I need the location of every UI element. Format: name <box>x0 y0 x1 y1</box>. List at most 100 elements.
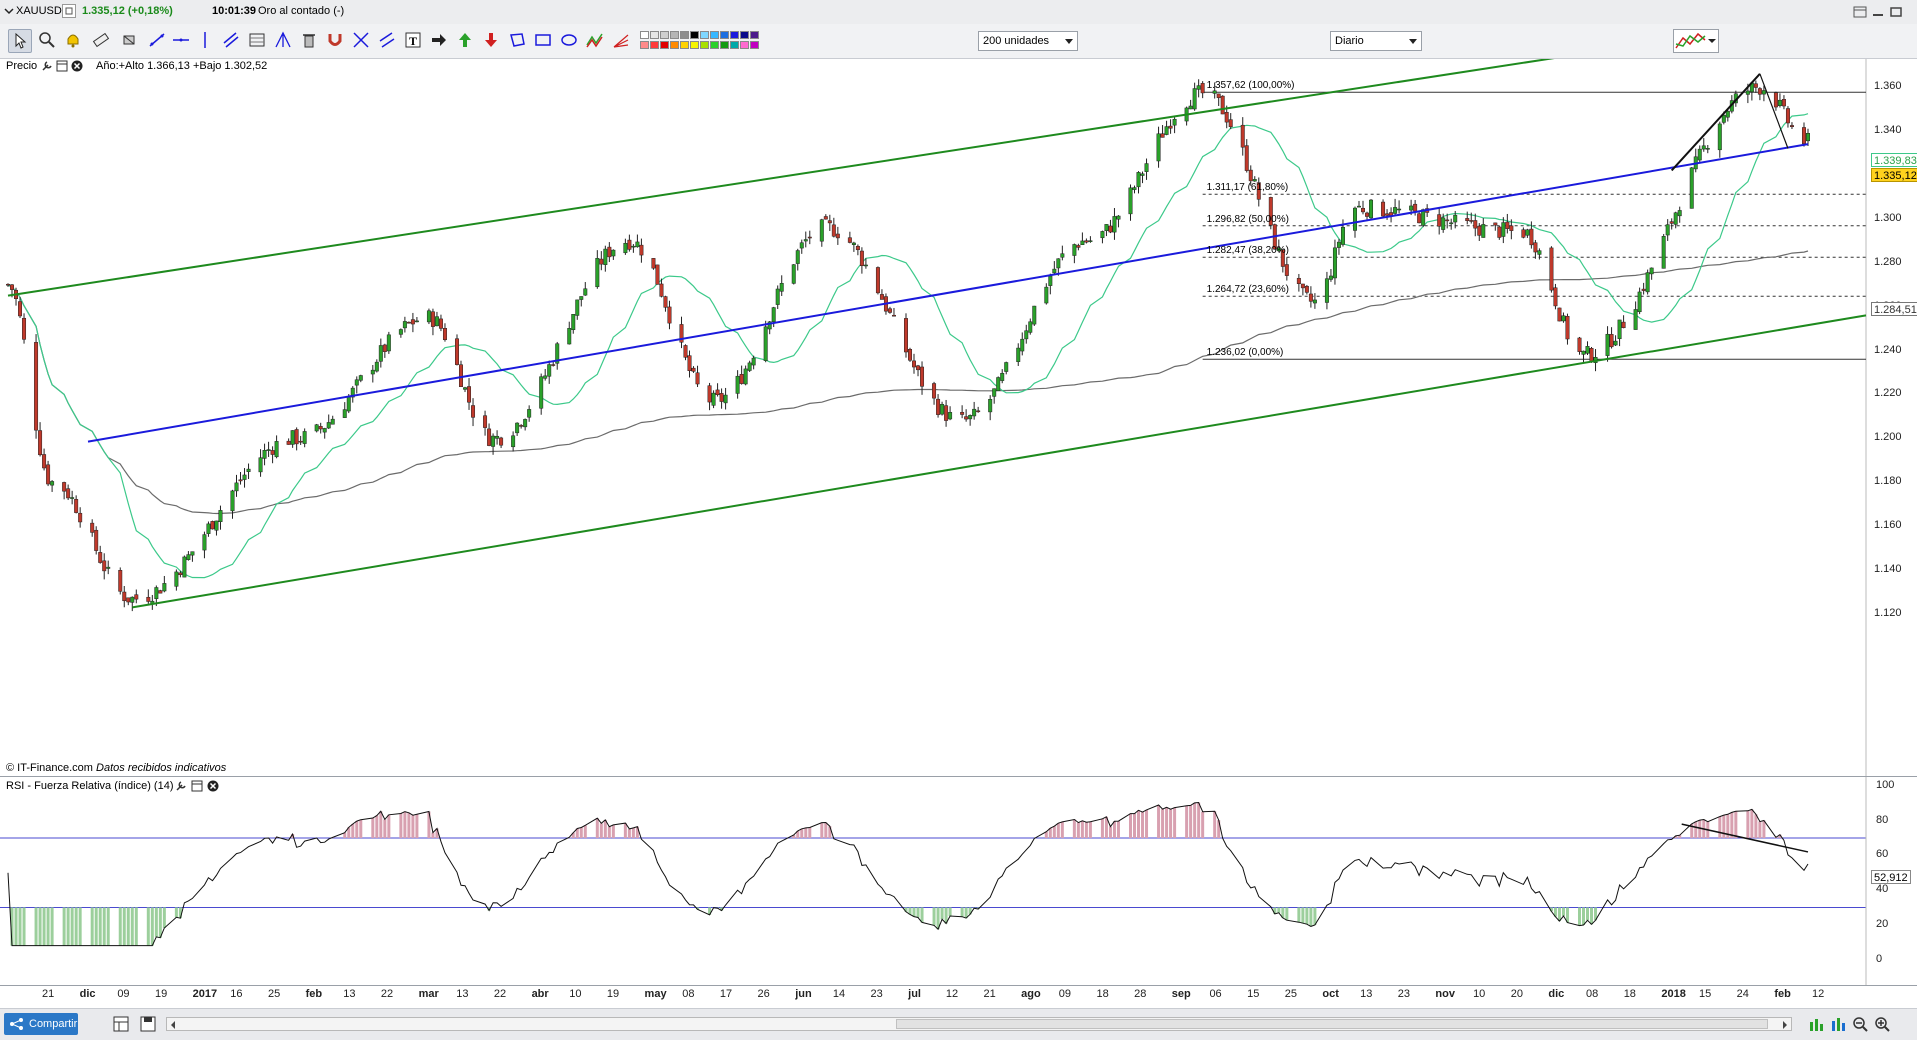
color-swatch[interactable] <box>690 31 699 39</box>
panel-icon[interactable] <box>1853 6 1867 18</box>
price-axis-tick: 1.120 <box>1874 607 1902 619</box>
arrow-up-icon[interactable] <box>454 29 476 51</box>
color-swatch[interactable] <box>660 31 669 39</box>
color-palette[interactable] <box>640 30 790 52</box>
color-swatch[interactable] <box>700 31 709 39</box>
period-select[interactable]: Diario <box>1330 31 1422 51</box>
color-swatch[interactable] <box>690 41 699 49</box>
candle-body <box>130 596 135 603</box>
ellipse-icon[interactable] <box>558 29 580 51</box>
candle-body <box>74 499 79 513</box>
horizontal-scrollbar[interactable] <box>166 1017 1792 1031</box>
color-swatch[interactable] <box>710 31 719 39</box>
magnet-icon[interactable] <box>324 29 346 51</box>
vertical-line-icon[interactable] <box>194 29 216 51</box>
color-swatch[interactable] <box>650 31 659 39</box>
chevron-down-icon[interactable] <box>4 6 14 19</box>
zoom-out-icon[interactable] <box>1852 1016 1868 1035</box>
layout-icon[interactable] <box>113 1016 129 1035</box>
polygon-icon[interactable] <box>506 29 528 51</box>
arrow-right-icon[interactable] <box>428 29 450 51</box>
candle-body <box>1381 201 1386 217</box>
minimize-icon[interactable] <box>1871 6 1885 18</box>
instrument-search-icon[interactable] <box>62 4 76 18</box>
chart-type-icon <box>1675 32 1706 49</box>
alert-bell-icon[interactable] <box>62 29 84 51</box>
parallel-lines-icon[interactable] <box>220 29 242 51</box>
candle-body <box>442 327 447 341</box>
date-axis-label: 17 <box>719 988 733 1000</box>
save-icon[interactable] <box>140 1016 156 1035</box>
color-swatch[interactable] <box>670 41 679 49</box>
price-chart[interactable] <box>0 59 1917 776</box>
chart-compare-icon[interactable] <box>1830 1016 1846 1035</box>
candle-body <box>342 409 347 418</box>
candle-body <box>575 299 580 316</box>
rsi-chart[interactable] <box>0 777 1917 985</box>
units-select[interactable]: 200 unidades <box>978 31 1078 51</box>
color-swatch[interactable] <box>730 31 739 39</box>
candle-body <box>543 375 548 379</box>
candle-body <box>1284 264 1289 276</box>
color-swatch[interactable] <box>750 31 759 39</box>
color-swatch[interactable] <box>740 41 749 49</box>
candle-body <box>1677 210 1682 217</box>
chart-add-icon[interactable] <box>1808 1016 1824 1035</box>
candle-body <box>1589 348 1594 362</box>
candle-body <box>659 283 664 297</box>
rectangle-icon[interactable] <box>532 29 554 51</box>
color-swatch[interactable] <box>680 41 689 49</box>
rsi-panel[interactable]: RSI - Fuerza Relativa (índice) (14) 100 8… <box>0 777 1917 986</box>
zigzag-icon[interactable] <box>584 29 606 51</box>
color-swatch[interactable] <box>740 31 749 39</box>
candle-body <box>823 216 828 220</box>
zoom-icon[interactable] <box>36 29 58 51</box>
color-swatch[interactable] <box>720 31 729 39</box>
horizontal-line-icon[interactable] <box>170 29 192 51</box>
trendline-icon[interactable] <box>146 29 168 51</box>
candle-body <box>1324 278 1329 303</box>
cross-lines-icon[interactable] <box>350 29 372 51</box>
chart-type-button[interactable] <box>1673 29 1719 53</box>
candle-body <box>190 551 195 556</box>
candle-body <box>1497 226 1502 238</box>
pointer-tool-icon[interactable] <box>8 29 32 53</box>
color-swatch[interactable] <box>680 31 689 39</box>
color-swatch[interactable] <box>670 31 679 39</box>
text-tool-icon[interactable]: T <box>402 29 424 51</box>
color-swatch[interactable] <box>700 41 709 49</box>
eraser-icon[interactable] <box>118 29 140 51</box>
rsi-axis-tick: 100 <box>1876 779 1895 791</box>
color-swatch[interactable] <box>650 41 659 49</box>
color-swatch[interactable] <box>710 41 719 49</box>
arrow-down-icon[interactable] <box>480 29 502 51</box>
scroll-right-icon[interactable] <box>1781 1020 1789 1032</box>
price-axis-tick: 1.200 <box>1874 431 1902 444</box>
fibonacci-icon[interactable] <box>246 29 268 51</box>
color-swatch[interactable] <box>730 41 739 49</box>
share-button[interactable]: Compartir <box>4 1013 78 1035</box>
color-swatch[interactable] <box>720 41 729 49</box>
price-panel[interactable]: Precio Año:+Alto 1.366,13 +Bajo 1.302,52… <box>0 59 1917 777</box>
instrument-symbol[interactable]: XAUUSD <box>16 5 62 17</box>
rsi-axis-tick: 20 <box>1876 917 1889 930</box>
data-source: © IT-Finance.com Datos recibidos indicat… <box>6 762 227 774</box>
ruler-icon[interactable] <box>90 29 112 51</box>
candle-body <box>1701 145 1706 150</box>
candle-body <box>94 529 99 551</box>
zoom-in-icon[interactable] <box>1874 1016 1890 1035</box>
candle-body <box>1549 247 1554 291</box>
scroll-left-icon[interactable] <box>169 1020 177 1032</box>
color-swatch[interactable] <box>750 41 759 49</box>
pitchfork-icon[interactable] <box>272 29 294 51</box>
color-swatch[interactable] <box>640 31 649 39</box>
channel-icon[interactable] <box>376 29 398 51</box>
scrollbar-thumb[interactable] <box>896 1019 1768 1029</box>
color-swatch[interactable] <box>660 41 669 49</box>
trash-icon[interactable] <box>298 29 320 51</box>
maximize-icon[interactable] <box>1889 6 1903 18</box>
candle-body <box>314 424 319 432</box>
color-swatch[interactable] <box>640 41 649 49</box>
fan-lines-icon[interactable] <box>610 29 632 51</box>
candle-body <box>667 306 672 324</box>
